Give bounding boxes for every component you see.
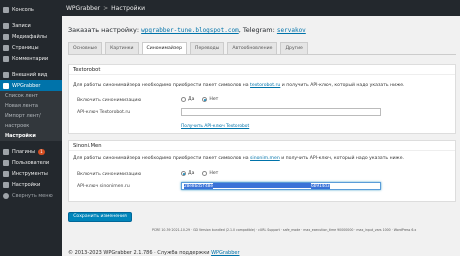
radio-button-selected[interactable] <box>202 97 208 102</box>
top-bar: WPGrabber > Настройки <box>62 0 460 16</box>
comment-icon <box>3 55 9 62</box>
media-icon <box>3 33 9 40</box>
app-window: Консоль Записи Медиафайлы Страницы Комме… <box>0 0 460 256</box>
textorobot-site-link[interactable]: textorobot.ru <box>250 83 280 88</box>
sinonim-enable-label: Включить синонимизацию <box>77 172 142 177</box>
sidebar-item-dashboard[interactable]: Консоль <box>0 4 62 15</box>
textorobot-no-option[interactable]: Нет <box>202 97 218 102</box>
textorobot-title: Textorobot <box>69 65 455 75</box>
sinonim-key-part2: 6b914d3 <box>311 184 330 189</box>
settings-tabs: Основные Картинки Синонимайзер Переводы … <box>68 42 311 54</box>
breadcrumb-app[interactable]: WPGrabber <box>66 5 100 12</box>
radio-button[interactable] <box>202 171 208 176</box>
radio-button-selected[interactable] <box>181 171 186 176</box>
sidebar-item-tools[interactable]: Инструменты <box>0 168 62 179</box>
textorobot-panel: Textorobot Для работы синонимайзера необ… <box>68 64 456 134</box>
save-changes-button[interactable]: Сохранить изменения <box>68 212 132 222</box>
sidebar-item-plugins[interactable]: Плагины 1 <box>0 146 62 157</box>
sidebar-collapse[interactable]: Свернуть меню <box>0 190 62 201</box>
sidebar-sub-import[interactable]: Импорт лент/ <box>0 111 62 121</box>
dashboard-icon <box>3 6 9 13</box>
sidebar-item-pages[interactable]: Страницы <box>0 42 62 53</box>
breadcrumb-page: Настройки <box>111 4 146 12</box>
page-icon <box>3 44 9 51</box>
tab-divider <box>68 54 456 55</box>
support-link[interactable]: WPGrabber <box>211 250 239 256</box>
textorobot-yes-option[interactable]: Да <box>181 97 194 102</box>
sidebar-sub-feed-list[interactable]: Список лент <box>0 91 62 101</box>
textorobot-key-input[interactable] <box>181 108 381 116</box>
sidebar-item-users[interactable]: Пользователи <box>0 157 62 168</box>
tab-main[interactable]: Основные <box>68 42 103 54</box>
textorobot-enable-radios: Да Нет <box>181 97 226 102</box>
server-info-line: PCRE 10.39 2021-10-29 · GD Version bundl… <box>152 228 417 232</box>
sidebar-sub-settings[interactable]: Настройки <box>0 131 62 141</box>
sidebar-item-appearance[interactable]: Внешний вид <box>0 69 62 80</box>
sidebar-item-posts[interactable]: Записи <box>0 20 62 31</box>
plugin-icon <box>3 148 9 155</box>
wpgrabber-icon <box>3 82 9 89</box>
sinonim-no-option[interactable]: Нет <box>202 171 218 176</box>
telegram-link[interactable]: servakov <box>277 27 306 34</box>
sidebar-item-wpgrabber[interactable]: WPGrabber <box>0 80 62 91</box>
sinonim-key-mask <box>213 183 312 188</box>
sinonim-panel: Sinoni.Men Для работы синонимайзера необ… <box>68 140 456 202</box>
tab-other[interactable]: Другие <box>280 42 308 54</box>
sinonim-yes-option[interactable]: Да <box>181 171 194 176</box>
brush-icon <box>3 71 9 78</box>
radio-button[interactable] <box>181 97 186 102</box>
copyright-line: © 2013-2023 WPGrabber 2.1.786 · Служба п… <box>68 250 240 256</box>
update-count-badge: 1 <box>38 148 45 155</box>
textorobot-key-label: API-ключ Textorobot.ru <box>77 110 131 115</box>
blog-link[interactable]: wpgrabber-tune.blogspot.com <box>141 27 239 34</box>
sinonim-key-part1: 20e86d5f48e <box>184 184 214 189</box>
admin-sidebar: Консоль Записи Медиафайлы Страницы Комме… <box>0 0 62 256</box>
sidebar-sub-new-feed[interactable]: Новая лента <box>0 101 62 111</box>
tab-images[interactable]: Картинки <box>105 42 139 54</box>
sinonim-key-label: API-ключ sinonimen.ru <box>77 184 130 189</box>
textorobot-enable-label: Включить синонимизацию <box>77 98 142 103</box>
sidebar-item-comments[interactable]: Комментарии <box>0 53 62 64</box>
sinonim-key-input[interactable]: 20e86d5f48e 6b914d3 <box>181 182 381 190</box>
order-setup-line: Заказать настройку: wpgrabber-tune.blogs… <box>68 26 306 34</box>
wrench-icon <box>3 170 9 177</box>
tab-synonymizer[interactable]: Синонимайзер <box>141 42 187 54</box>
collapse-icon <box>3 192 9 199</box>
sinonim-description: Для работы синонимайзера необходимо прио… <box>73 156 404 161</box>
sinonim-title: Sinoni.Men <box>69 141 455 151</box>
sinonim-site-link[interactable]: sinonim.men <box>250 156 280 161</box>
users-icon <box>3 159 9 166</box>
sidebar-item-settings[interactable]: Настройки <box>0 179 62 190</box>
sinonim-enable-radios: Да Нет <box>181 171 226 176</box>
textorobot-get-key-link[interactable]: Получить API-ключ Textorobot <box>181 124 249 129</box>
tab-translations[interactable]: Переводы <box>190 42 225 54</box>
textorobot-description: Для работы синонимайзера необходимо прио… <box>73 83 405 88</box>
breadcrumb-separator: > <box>103 4 109 12</box>
sidebar-sub-import-cont[interactable]: настроек <box>0 121 62 131</box>
settings-icon <box>3 181 9 188</box>
settings-content: Заказать настройку: wpgrabber-tune.blogs… <box>62 16 460 256</box>
pin-icon <box>3 22 9 29</box>
sidebar-item-media[interactable]: Медиафайлы <box>0 31 62 42</box>
tab-autoupdate[interactable]: Автообновление <box>227 42 278 54</box>
